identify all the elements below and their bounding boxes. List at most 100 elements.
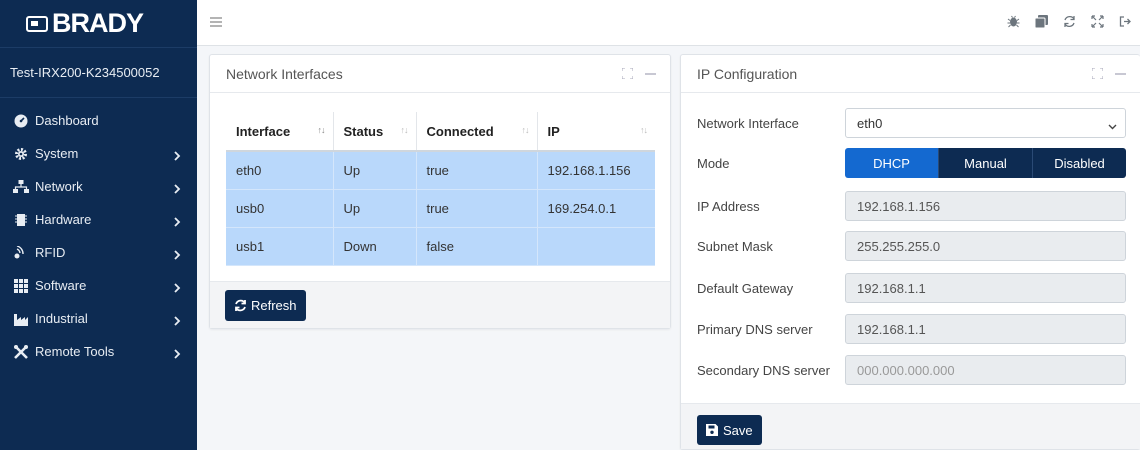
card-header: Network Interfaces: [210, 55, 670, 93]
primary-dns-label: Primary DNS server: [697, 321, 813, 337]
sidebar-item-dashboard[interactable]: Dashboard: [0, 104, 197, 137]
sidebar-nav: Dashboard System Network Hardware RFID S…: [0, 98, 197, 368]
sidebar-item-label: Hardware: [35, 212, 92, 227]
sidebar-item-rfid[interactable]: RFID: [0, 236, 197, 269]
primary-dns-field[interactable]: 192.168.1.1: [845, 314, 1126, 344]
card-title: Network Interfaces: [226, 65, 343, 82]
column-header-connected[interactable]: Connected ↑↓: [416, 112, 538, 152]
ip-address-field[interactable]: 192.168.1.156: [845, 191, 1126, 221]
ip-address-row: IP Address 192.168.1.156: [697, 191, 1126, 221]
network-interfaces-table: Interface ↑↓ Status ↑↓ Connected ↑↓ IP ↑↓ et…: [226, 112, 655, 266]
mode-manual-button[interactable]: Manual: [939, 148, 1033, 178]
cell-interface: eth0: [226, 151, 334, 190]
chevron-right-icon: [173, 215, 181, 227]
brand-logo[interactable]: BRADY: [0, 0, 197, 48]
ip-configuration-card: IP Configuration Network Interface eth0 …: [680, 54, 1140, 450]
secondary-dns-label: Secondary DNS server: [697, 362, 830, 378]
sort-icon: ↑↓: [521, 125, 530, 135]
network-interface-label: Network Interface: [697, 115, 799, 131]
sort-asc-icon: ↑↓: [317, 125, 326, 135]
dashboard-icon: [13, 114, 29, 128]
sidebar-item-label: Dashboard: [35, 113, 99, 128]
card-tools: [622, 68, 656, 79]
save-icon: [706, 423, 719, 437]
sidebar-item-label: Remote Tools: [35, 344, 115, 359]
chevron-right-icon: [173, 347, 181, 359]
cell-ip: 192.168.1.156: [537, 151, 655, 190]
network-interface-row: Network Interface eth0: [697, 108, 1126, 138]
table-row[interactable]: usb0 Up true 169.254.0.1: [226, 189, 655, 228]
sidebar-item-hardware[interactable]: Hardware: [0, 203, 197, 236]
top-bar-actions: [1006, 14, 1132, 28]
sidebar-item-label: RFID: [35, 245, 66, 260]
mode-disabled-button[interactable]: Disabled: [1033, 148, 1126, 178]
chevron-down-icon: [1108, 119, 1117, 130]
secondary-dns-row: Secondary DNS server 000.000.000.000: [697, 355, 1126, 385]
refresh-icon: [234, 299, 247, 312]
menu-toggle-icon[interactable]: [210, 16, 222, 28]
sidebar-item-label: Network: [35, 179, 83, 194]
save-button-label: Save: [723, 422, 753, 438]
network-interface-value: eth0: [857, 115, 883, 131]
cell-interface: usb1: [226, 227, 334, 266]
cell-status: Down: [333, 227, 417, 266]
cell-ip: 169.254.0.1: [537, 189, 655, 228]
sidebar-item-industrial[interactable]: Industrial: [0, 302, 197, 335]
network-icon: [13, 179, 29, 194]
chevron-right-icon: [173, 314, 181, 326]
sidebar: BRADY Test-IRX200-K234500052 Dashboard S…: [0, 0, 197, 450]
sidebar-item-label: System: [35, 146, 79, 161]
subnet-mask-field[interactable]: 255.255.255.0: [845, 231, 1126, 261]
column-header-ip[interactable]: IP ↑↓: [537, 112, 655, 152]
ip-address-label: IP Address: [697, 198, 760, 214]
brand-name: BRADY: [52, 8, 144, 38]
collapse-icon[interactable]: [645, 68, 656, 79]
mode-dhcp-button[interactable]: DHCP: [845, 148, 939, 178]
sidebar-item-software[interactable]: Software: [0, 269, 197, 302]
card-footer: Refresh: [210, 281, 670, 328]
sidebar-item-system[interactable]: System: [0, 137, 197, 170]
sort-icon: ↑↓: [400, 125, 409, 135]
table-row[interactable]: eth0 Up true 192.168.1.156: [226, 151, 655, 190]
cell-connected: true: [416, 189, 538, 228]
subnet-mask-label: Subnet Mask: [697, 238, 773, 254]
mode-row: Mode DHCP Manual Disabled: [697, 148, 1126, 178]
cell-status: Up: [333, 189, 417, 228]
sort-icon: ↑↓: [640, 125, 648, 135]
refresh-button-label: Refresh: [251, 298, 297, 313]
network-interfaces-card: Network Interfaces Interface ↑↓ Status ↑↓ …: [209, 54, 671, 329]
sidebar-item-label: Industrial: [35, 311, 88, 326]
maximize-icon[interactable]: [1092, 68, 1103, 79]
collapse-icon[interactable]: [1115, 68, 1126, 79]
refresh-button[interactable]: Refresh: [225, 290, 306, 321]
primary-dns-row: Primary DNS server 192.168.1.1: [697, 314, 1126, 344]
industry-icon: [13, 312, 29, 326]
save-button[interactable]: Save: [697, 415, 762, 445]
chevron-right-icon: [173, 149, 181, 161]
mode-label: Mode: [697, 155, 730, 171]
brady-logo-icon: [26, 15, 48, 32]
sidebar-item-network[interactable]: Network: [0, 170, 197, 203]
tools-icon: [13, 344, 29, 359]
column-header-status[interactable]: Status ↑↓: [333, 112, 417, 152]
fullscreen-icon[interactable]: [1090, 14, 1104, 28]
grid-icon: [13, 278, 29, 293]
sidebar-item-remote-tools[interactable]: Remote Tools: [0, 335, 197, 368]
card-footer: Save: [681, 403, 1140, 449]
hardware-icon: [13, 213, 29, 227]
network-interface-select[interactable]: eth0: [845, 108, 1126, 138]
gear-icon: [13, 147, 29, 161]
logout-icon[interactable]: [1118, 14, 1132, 28]
table-row[interactable]: usb1 Down false: [226, 227, 655, 266]
default-gateway-field[interactable]: 192.168.1.1: [845, 273, 1126, 303]
column-header-interface[interactable]: Interface ↑↓: [226, 112, 334, 152]
chevron-right-icon: [173, 182, 181, 194]
table-header-row: Interface ↑↓ Status ↑↓ Connected ↑↓ IP ↑↓: [226, 112, 655, 152]
card-title: IP Configuration: [697, 65, 798, 82]
copy-icon[interactable]: [1034, 14, 1048, 28]
chevron-right-icon: [173, 248, 181, 260]
secondary-dns-field[interactable]: 000.000.000.000: [845, 355, 1126, 385]
refresh-icon[interactable]: [1062, 14, 1076, 28]
maximize-icon[interactable]: [622, 68, 633, 79]
bug-icon[interactable]: [1006, 14, 1020, 28]
